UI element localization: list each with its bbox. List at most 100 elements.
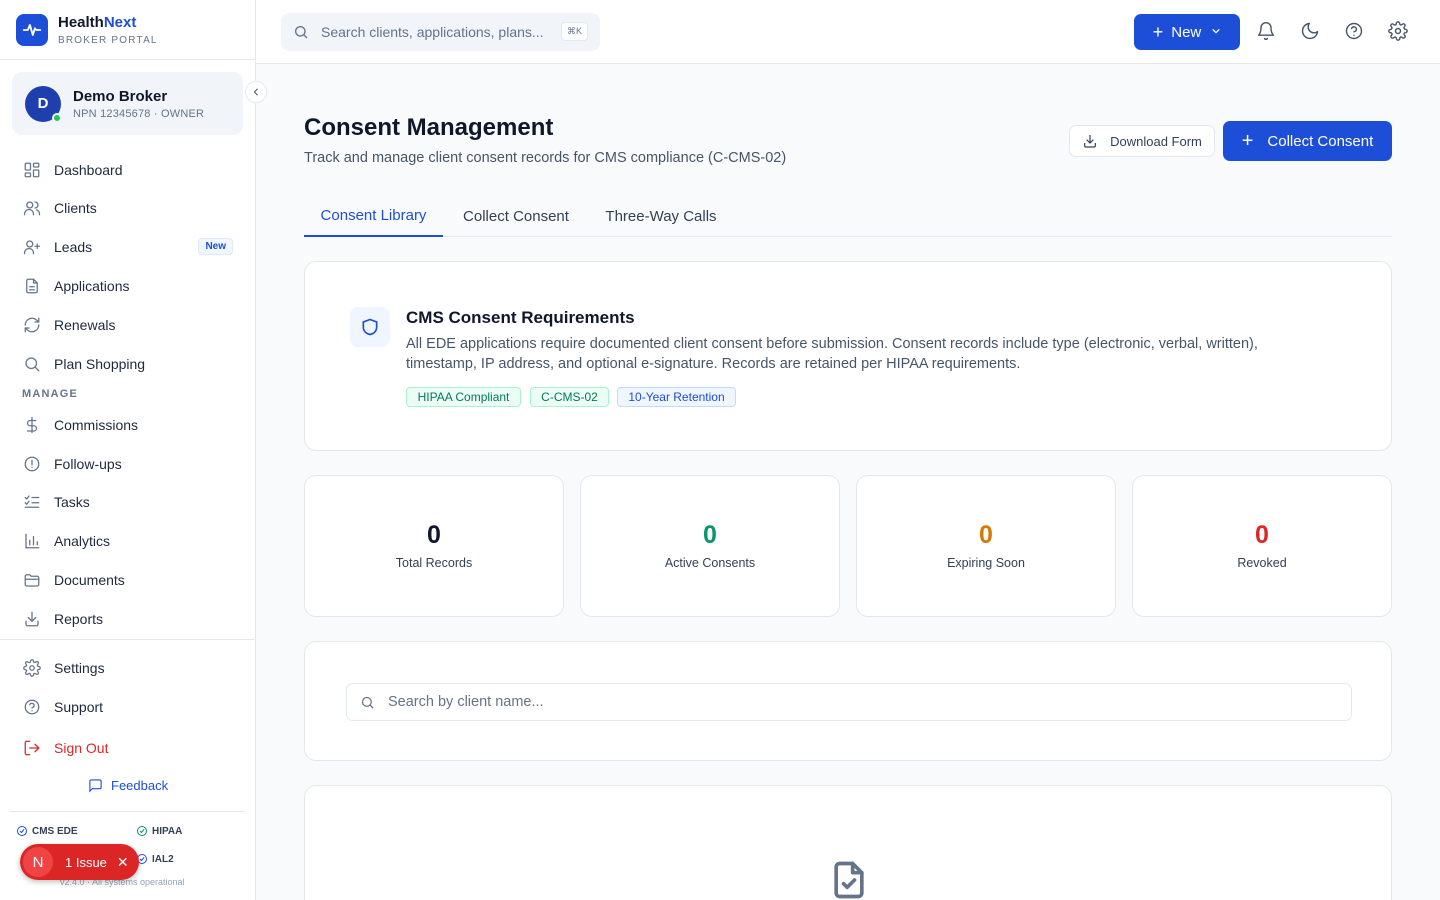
topbar: Search clients, applications, plans... ⌘…	[256, 0, 1440, 64]
download-icon	[22, 609, 42, 629]
issue-indicator[interactable]: N 1 Issue ✕	[20, 844, 139, 880]
check-circle-icon	[137, 826, 147, 836]
client-search-card	[304, 641, 1392, 761]
file-check-icon	[827, 858, 871, 900]
nav-support[interactable]: Support	[12, 690, 243, 724]
check-circle-icon	[17, 826, 27, 836]
help-circle-icon[interactable]	[1343, 20, 1365, 42]
nav-leads[interactable]: Leads New	[12, 230, 243, 264]
stat-value: 0	[703, 521, 717, 549]
profile-card[interactable]: D Demo Broker NPN 12345678 · OWNER	[12, 72, 243, 135]
brand[interactable]: HealthNext BROKER PORTAL	[0, 0, 255, 60]
collect-consent-button[interactable]: + Collect Consent	[1223, 121, 1392, 161]
new-button[interactable]: + New	[1134, 14, 1240, 50]
download-icon	[1084, 135, 1097, 148]
stat-active-consents: 0 Active Consents	[580, 475, 840, 617]
search-icon	[295, 26, 308, 39]
search-icon	[22, 354, 42, 374]
nav-documents[interactable]: Documents	[12, 563, 243, 597]
chevron-left-icon	[253, 88, 258, 96]
nav-renewals[interactable]: Renewals	[12, 308, 243, 342]
help-circle-icon	[22, 697, 42, 717]
users-icon	[22, 198, 42, 218]
stat-value: 0	[979, 521, 993, 549]
stat-value: 0	[1255, 521, 1269, 549]
sidebar: HealthNext BROKER PORTAL D Demo Broker N…	[0, 0, 267, 900]
user-plus-icon	[22, 237, 42, 257]
nav-label: Settings	[54, 660, 105, 676]
search-placeholder: Search clients, applications, plans...	[321, 24, 544, 40]
moon-icon[interactable]	[1299, 20, 1321, 42]
alert-circle-icon	[22, 454, 42, 474]
gear-icon	[22, 658, 42, 678]
nav-follow-ups[interactable]: Follow-ups	[12, 447, 243, 481]
compliance-badge-ial2: IAL2	[136, 853, 174, 865]
collapse-sidebar-button[interactable]	[245, 81, 267, 103]
nav-commissions[interactable]: Commissions	[12, 408, 243, 442]
nav-applications[interactable]: Applications	[12, 269, 243, 303]
nav-tasks[interactable]: Tasks	[12, 485, 243, 519]
global-search[interactable]: Search clients, applications, plans... ⌘…	[281, 13, 600, 51]
brand-subtitle: BROKER PORTAL	[58, 34, 158, 46]
nav-label: Reports	[54, 611, 104, 627]
page-subtitle: Track and manage client consent records …	[304, 150, 787, 166]
list-checks-icon	[22, 492, 42, 512]
stat-label: Expiring Soon	[947, 556, 1025, 570]
download-form-button[interactable]: Download Form	[1069, 125, 1215, 157]
issue-label: 1 Issue	[65, 854, 107, 870]
compliance-badge-cms-ede: CMS EDE	[16, 825, 78, 837]
stat-expiring-soon: 0 Expiring Soon	[856, 475, 1116, 617]
stat-label: Active Consents	[664, 556, 756, 570]
stat-value: 0	[427, 521, 441, 549]
nav-label: Sign Out	[54, 740, 109, 756]
nav-reports[interactable]: Reports	[12, 602, 243, 636]
sidebar-divider	[0, 639, 255, 640]
folder-icon	[22, 570, 42, 590]
client-search-box[interactable]	[346, 683, 1352, 721]
nav-analytics[interactable]: Analytics	[12, 524, 243, 558]
dashboard-icon	[22, 160, 42, 180]
gear-icon[interactable]	[1387, 20, 1409, 42]
avatar: D	[25, 85, 62, 123]
tab-three-way-calls[interactable]: Three-Way Calls	[589, 196, 733, 236]
nav-clients[interactable]: Clients	[12, 191, 243, 225]
requirements-card: CMS Consent Requirements All EDE applica…	[304, 261, 1392, 451]
stat-label: Revoked	[1237, 556, 1287, 570]
page-title: Consent Management	[304, 114, 554, 141]
message-square-icon	[89, 779, 102, 793]
client-search-input[interactable]	[388, 694, 1288, 710]
nav-label: Clients	[54, 200, 97, 216]
nav-label: Follow-ups	[54, 456, 122, 472]
sidebar-divider	[10, 811, 245, 812]
tab-consent-library[interactable]: Consent Library	[304, 196, 443, 237]
nav-dashboard[interactable]: Dashboard	[12, 153, 243, 187]
bell-icon[interactable]	[1255, 20, 1277, 42]
nav-settings[interactable]: Settings	[12, 651, 243, 685]
new-badge: New	[198, 238, 233, 255]
requirements-description: All EDE applications require documented …	[406, 336, 1258, 372]
issue-avatar: N	[23, 847, 53, 877]
logout-icon	[22, 738, 42, 758]
feedback-label: Feedback	[111, 778, 169, 793]
close-icon[interactable]: ✕	[117, 854, 129, 871]
requirements-title: CMS Consent Requirements	[406, 308, 635, 327]
nav-label: Renewals	[54, 317, 116, 333]
nav-label: Tasks	[54, 494, 90, 510]
bar-chart-icon	[22, 531, 42, 551]
chevron-down-icon	[1211, 26, 1221, 39]
consent-records-card	[304, 785, 1392, 900]
nav-label: Dashboard	[54, 162, 123, 178]
nav-sign-out[interactable]: Sign Out	[12, 731, 243, 765]
nav-plan-shopping[interactable]: Plan Shopping	[12, 347, 243, 381]
shield-icon	[350, 307, 390, 347]
profile-meta: NPN 12345678 · OWNER	[73, 107, 205, 120]
plus-icon: +	[1241, 129, 1254, 152]
compliance-badge-hipaa: HIPAA	[136, 825, 182, 837]
tab-collect-consent[interactable]: Collect Consent	[447, 196, 585, 236]
consent-tabs: Consent Library Collect Consent Three-Wa…	[304, 196, 1392, 237]
nav-label: Leads	[54, 239, 93, 255]
profile-name: Demo Broker	[73, 87, 168, 105]
refresh-icon	[22, 315, 42, 335]
feedback-button[interactable]: Feedback	[88, 778, 168, 793]
stat-total-records: 0 Total Records	[304, 475, 564, 617]
